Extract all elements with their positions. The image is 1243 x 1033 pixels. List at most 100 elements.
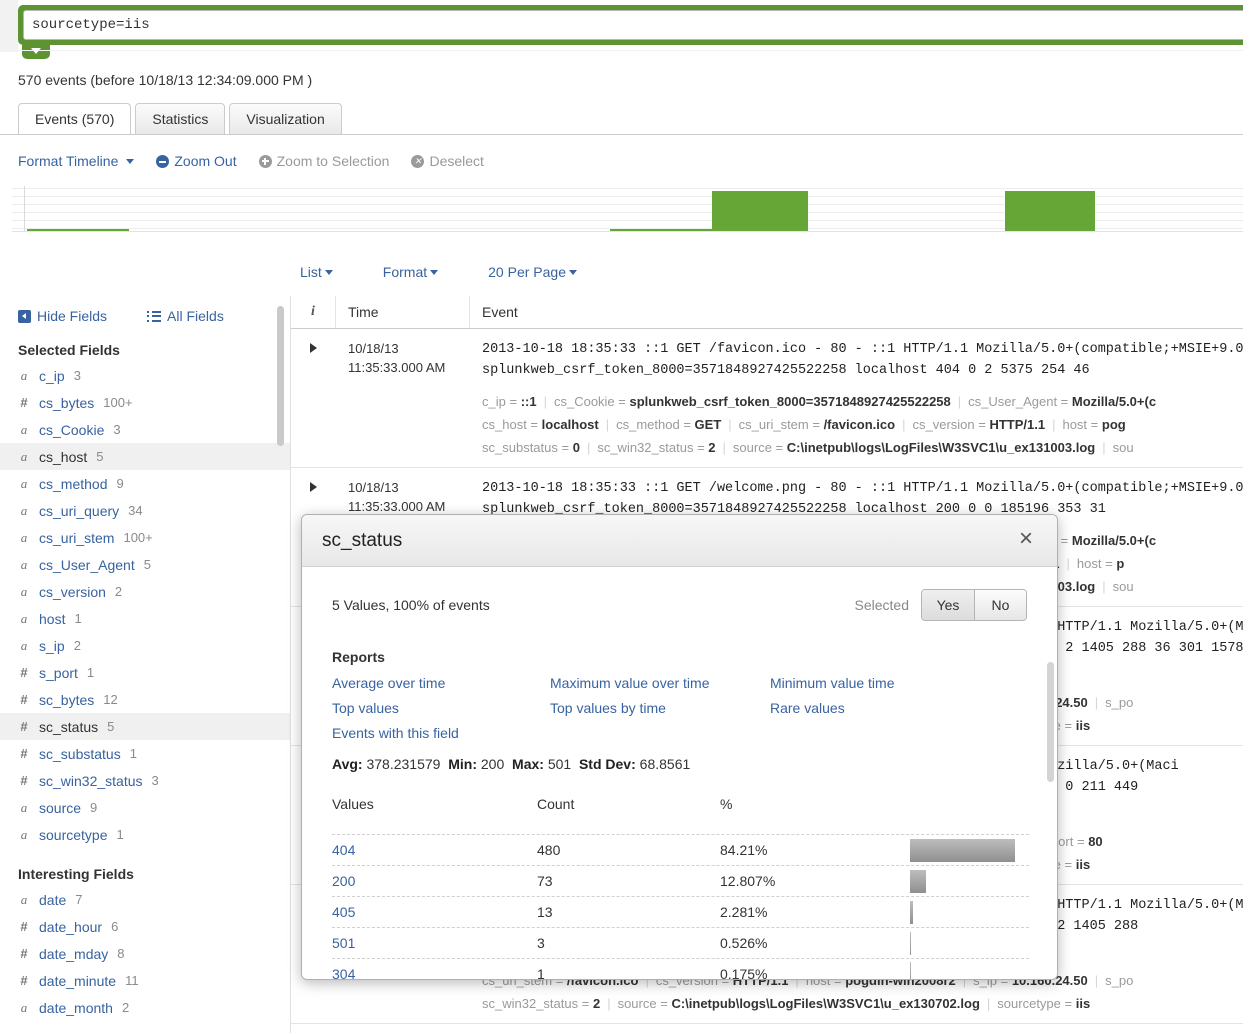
close-icon[interactable]: × xyxy=(1013,527,1039,553)
avg-value: 378.231579 xyxy=(366,756,441,772)
search-input[interactable] xyxy=(23,10,1243,40)
field-name-label: date_hour xyxy=(39,918,103,935)
column-header-time: Time xyxy=(336,296,470,328)
hide-fields-button[interactable]: Hide Fields xyxy=(18,308,107,324)
numeric-field-icon: # xyxy=(20,665,28,680)
zoom-out-button[interactable]: Zoom Out xyxy=(156,153,237,169)
sidebar-actions: Hide Fields All Fields xyxy=(0,296,290,324)
value-link[interactable]: 501 xyxy=(332,935,537,951)
tab-statistics[interactable]: Statistics xyxy=(135,103,226,135)
sidebar-field-cs_version[interactable]: a cs_version 2 xyxy=(0,578,290,605)
string-field-icon: a xyxy=(20,637,28,653)
tab-events[interactable]: Events (570) xyxy=(18,103,132,135)
sidebar-field-s_port[interactable]: # s_port 1 xyxy=(0,659,290,686)
all-fields-button[interactable]: All Fields xyxy=(147,308,224,324)
event-field-line: c_ip = ::1|cs_Cookie = splunkweb_csrf_to… xyxy=(482,394,1157,409)
timeline-bar[interactable] xyxy=(1005,191,1096,231)
sidebar-field-date_hour[interactable]: # date_hour 6 xyxy=(0,913,290,940)
event-field-line: sc_win32_status = 2|source = C:\inetpub\… xyxy=(482,996,1091,1011)
field-name-label: host xyxy=(39,610,66,627)
event-body: 2013-10-18 18:35:33 ::1 GET /favicon.ico… xyxy=(470,329,1243,467)
sidebar-field-cs_User_Agent[interactable]: a cs_User_Agent 5 xyxy=(0,551,290,578)
string-field-icon: a xyxy=(20,799,28,815)
event-timestamp[interactable]: 10/18/13 11:35:33.000 AM xyxy=(336,329,470,467)
sidebar-field-date_minute[interactable]: # date_minute 11 xyxy=(0,967,290,994)
value-count: 1 xyxy=(537,965,545,980)
sidebar-field-sc_bytes[interactable]: # sc_bytes 12 xyxy=(0,686,290,713)
min-value: 200 xyxy=(480,756,505,772)
format-button[interactable]: Format xyxy=(383,264,439,280)
zoom-to-selection-label: Zoom to Selection xyxy=(276,153,390,169)
sidebar-field-sc_substatus[interactable]: # sc_substatus 1 xyxy=(0,740,290,767)
value-bar xyxy=(910,869,926,893)
sidebar-field-sc_status[interactable]: # sc_status 5 xyxy=(0,713,290,740)
list-mode-button[interactable]: List xyxy=(300,264,333,280)
field-name-label: date xyxy=(39,891,67,908)
sidebar-field-date_mday[interactable]: # date_mday 8 xyxy=(0,940,290,967)
field-count-label: 100+ xyxy=(123,530,153,545)
field-name-label: date_month xyxy=(39,999,113,1016)
modal-scrollbar[interactable] xyxy=(1047,662,1054,782)
value-percent: 0.526% xyxy=(720,935,768,951)
field-count-label: 2 xyxy=(73,638,81,653)
field-summary-modal: sc_status × 5 Values, 100% of events Sel… xyxy=(301,514,1058,980)
sidebar-field-s_ip[interactable]: a s_ip 2 xyxy=(0,632,290,659)
column-header-info: i xyxy=(291,296,336,328)
interesting-fields-list: a date 7 # date_hour 6 # date_mday 8 # date_minute… xyxy=(0,886,290,1021)
report-maximum-value-over-time[interactable]: Maximum value over time xyxy=(550,671,770,696)
sidebar-field-host[interactable]: a host 1 xyxy=(0,605,290,632)
sidebar-field-cs_uri_stem[interactable]: a cs_uri_stem 100+ xyxy=(0,524,290,551)
timeline-bar[interactable] xyxy=(712,191,809,231)
report-events-with-this-field[interactable]: Events with this field xyxy=(332,721,550,746)
report-minimum-value-time[interactable]: Minimum value time xyxy=(770,671,970,696)
value-bar xyxy=(910,931,911,955)
deselect-button[interactable]: ✕ Deselect xyxy=(411,153,484,169)
zoom-to-selection-button[interactable]: Zoom to Selection xyxy=(258,153,390,169)
sidebar-scrollbar[interactable] xyxy=(277,306,284,446)
sidebar-field-cs_host[interactable]: a cs_host 5 xyxy=(0,443,290,470)
sidebar-field-sc_win32_status[interactable]: # sc_win32_status 3 xyxy=(0,767,290,794)
report-average-over-time[interactable]: Average over time xyxy=(332,671,550,696)
toggle-yes-button[interactable]: Yes xyxy=(922,590,974,620)
values-table-row: 200 73 12.807% xyxy=(332,865,1029,896)
timeline-chart[interactable] xyxy=(12,186,1243,238)
timeline-bar[interactable] xyxy=(26,229,129,231)
field-count-label: 1 xyxy=(74,611,82,626)
event-date: 10/18/13 xyxy=(348,341,399,356)
value-link[interactable]: 200 xyxy=(332,873,537,889)
numeric-field-icon: # xyxy=(20,692,28,707)
value-link[interactable]: 404 xyxy=(332,842,537,858)
values-table-header: Values Count % xyxy=(332,796,1029,834)
sidebar-field-source[interactable]: a source 9 xyxy=(0,794,290,821)
sidebar-field-cs_method[interactable]: a cs_method 9 xyxy=(0,470,290,497)
sidebar-field-cs_Cookie[interactable]: a cs_Cookie 3 xyxy=(0,416,290,443)
per-page-button[interactable]: 20 Per Page xyxy=(488,264,577,280)
report-top-values-by-time[interactable]: Top values by time xyxy=(550,696,770,721)
expand-row-button[interactable] xyxy=(291,329,336,467)
sidebar-field-date_month[interactable]: a date_month 2 xyxy=(0,994,290,1021)
value-percent: 2.281% xyxy=(720,904,768,920)
event-count-text: 570 events (before 10/18/13 12:34:09.000… xyxy=(18,72,313,88)
event-clock: 11:35:33.000 AM xyxy=(348,360,446,375)
sidebar-field-sourcetype[interactable]: a sourcetype 1 xyxy=(0,821,290,848)
value-link[interactable]: 304 xyxy=(332,966,537,980)
sidebar-field-cs_uri_query[interactable]: a cs_uri_query 34 xyxy=(0,497,290,524)
timeline-bar[interactable] xyxy=(610,229,713,231)
sidebar-field-date[interactable]: a date 7 xyxy=(0,886,290,913)
sidebar-field-cs_bytes[interactable]: # cs_bytes 100+ xyxy=(0,389,290,416)
event-field-line: sc_substatus = 0|sc_win32_status = 2|sou… xyxy=(482,440,1134,455)
field-name-label: date_minute xyxy=(39,972,117,989)
zoom-out-label: Zoom Out xyxy=(174,153,237,169)
numeric-field-icon: # xyxy=(20,973,28,988)
sidebar-field-c_ip[interactable]: a c_ip 3 xyxy=(0,362,290,389)
std-dev-label: Std Dev: xyxy=(578,756,636,772)
report-rare-values[interactable]: Rare values xyxy=(770,696,970,721)
toggle-no-button[interactable]: No xyxy=(974,590,1026,620)
report-top-values[interactable]: Top values xyxy=(332,696,550,721)
format-timeline-button[interactable]: Format Timeline xyxy=(18,153,135,169)
tab-visualization[interactable]: Visualization xyxy=(229,103,342,135)
numeric-field-icon: # xyxy=(20,773,28,788)
search-expand-handle[interactable] xyxy=(22,45,50,59)
results-controls: List Format 20 Per Page xyxy=(300,264,920,280)
value-link[interactable]: 405 xyxy=(332,904,537,920)
